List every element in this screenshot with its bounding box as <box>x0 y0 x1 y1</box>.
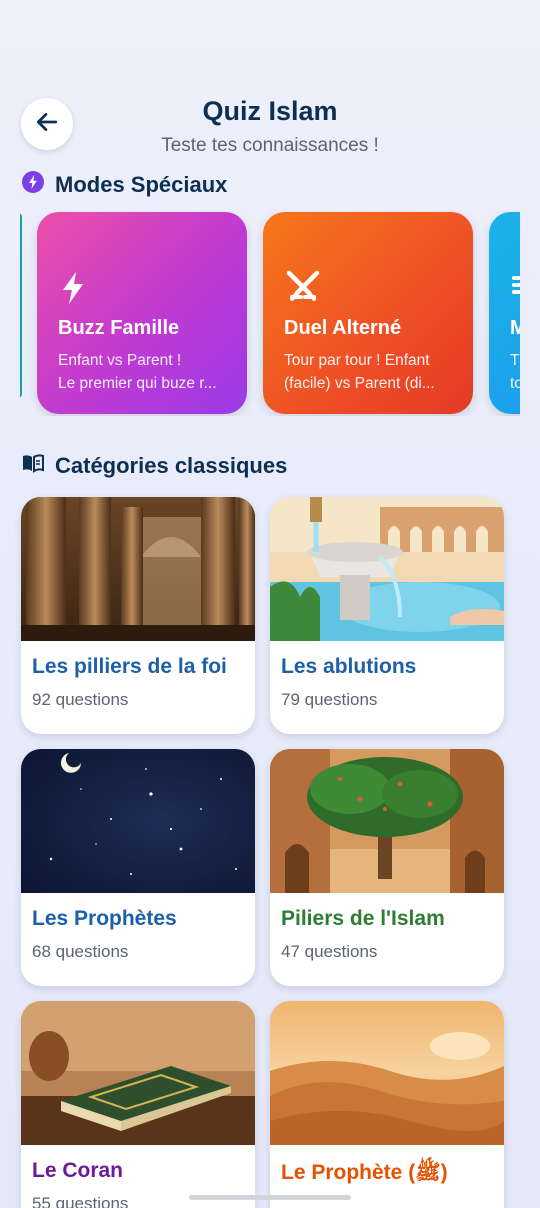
mode-description: Enfant vs Parent ! Le premier qui buze r… <box>58 352 217 392</box>
category-card-piliers-foi[interactable]: Les pilliers de la foi 92 questions <box>21 497 255 734</box>
crossed-swords-icon <box>285 270 321 309</box>
tree-alley-image <box>270 749 504 893</box>
ancient-pillars-image <box>21 497 255 641</box>
category-card-prophetes[interactable]: Les Prophètes 68 questions <box>21 749 255 986</box>
mode-name: Duel Alterné <box>284 317 402 339</box>
category-card-piliers-islam[interactable]: Piliers de l'Islam 47 questions <box>270 749 504 986</box>
category-name: Piliers de l'Islam <box>281 907 445 930</box>
category-card-coran[interactable]: Le Coran 55 questions <box>21 1001 255 1208</box>
mode-description: T to <box>510 352 520 392</box>
mode-card-duel-alterne[interactable]: Duel Alterné Tour par tour ! Enfant (fac… <box>263 212 473 414</box>
classic-categories-header: Catégories classiques <box>21 453 287 479</box>
special-modes-title: Modes Spéciaux <box>55 172 228 197</box>
previous-mode-card-edge[interactable] <box>20 213 22 398</box>
category-name: Les ablutions <box>281 655 417 678</box>
page-subtitle: Teste tes connaissances ! <box>161 135 379 156</box>
category-card-prophete[interactable]: Le Prophète (ﷺ) <box>270 1001 504 1208</box>
menu-icon <box>511 270 520 305</box>
question-count: 92 questions <box>32 690 129 709</box>
special-modes-carousel[interactable]: Buzz Famille Enfant vs Parent ! Le premi… <box>20 211 520 416</box>
lightning-icon <box>59 270 87 311</box>
lightning-circle-icon <box>21 170 45 200</box>
classic-categories-title: Catégories classiques <box>55 453 288 478</box>
mode-card-buzz-famille[interactable]: Buzz Famille Enfant vs Parent ! Le premi… <box>37 212 247 414</box>
fountain-ablution-image <box>270 497 504 641</box>
category-card-ablutions[interactable]: Les ablutions 79 questions <box>270 497 504 734</box>
page-title: Quiz Islam <box>202 96 338 126</box>
night-sky-image <box>21 749 255 893</box>
home-indicator[interactable] <box>189 1195 351 1200</box>
desert-dunes-image <box>270 1001 504 1145</box>
question-count: 68 questions <box>32 942 129 961</box>
question-count: 55 questions <box>32 1194 129 1208</box>
special-modes-header: Modes Spéciaux <box>21 170 227 200</box>
mode-name: M <box>510 317 520 339</box>
quran-book-image <box>21 1001 255 1145</box>
mode-description: Tour par tour ! Enfant (facile) vs Paren… <box>284 352 435 392</box>
open-book-icon <box>21 453 45 479</box>
category-name: Le Coran <box>32 1159 124 1182</box>
mode-card-third[interactable]: M T to <box>489 212 520 414</box>
category-name: Les pilliers de la foi <box>32 655 227 678</box>
question-count: 79 questions <box>281 690 378 709</box>
mode-name: Buzz Famille <box>58 317 180 339</box>
question-count: 47 questions <box>281 942 378 961</box>
category-name: Le Prophète (ﷺ) <box>281 1161 448 1184</box>
category-name: Les Prophètes <box>32 907 177 930</box>
